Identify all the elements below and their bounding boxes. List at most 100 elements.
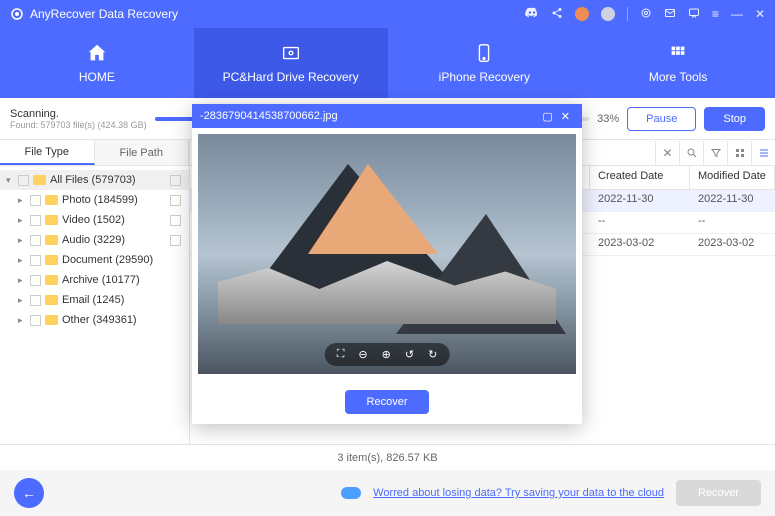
tab-file-type[interactable]: File Type xyxy=(0,140,95,165)
modal-maximize-icon[interactable]: ▢ xyxy=(538,110,556,123)
tree-item[interactable]: ▸ Document (29590) xyxy=(0,250,189,270)
grid-view-icon[interactable] xyxy=(727,141,751,165)
titlebar-icons: ≡ — ✕ xyxy=(525,6,765,23)
cloud-backup-link[interactable]: Worred about losing data? Try saving you… xyxy=(373,487,664,499)
sidebar: File Type File Path ▾ All Files (579703) ▸… xyxy=(0,140,190,444)
minimize-icon[interactable]: — xyxy=(731,7,743,21)
preview-image: ⛶ ⊖ ⊕ ↺ ↻ xyxy=(198,134,576,374)
cell-modified: -- xyxy=(690,212,775,233)
checkbox[interactable] xyxy=(30,295,41,306)
nav-bar: HOME PC&Hard Drive Recovery iPhone Recov… xyxy=(0,28,775,98)
progress-percent: 33% xyxy=(597,113,619,125)
tree-item[interactable]: ▸ Photo (184599) xyxy=(0,190,189,210)
checkbox[interactable] xyxy=(30,315,41,326)
tab-file-path[interactable]: File Path xyxy=(95,140,190,165)
tree-item[interactable]: ▸Other (349361) xyxy=(0,310,189,330)
chevron-icon[interactable]: ▸ xyxy=(18,295,26,306)
status-bar: 3 item(s), 826.57 KB xyxy=(0,444,775,470)
feedback-icon[interactable] xyxy=(688,7,700,22)
checkbox[interactable] xyxy=(30,195,41,206)
back-button[interactable]: ← xyxy=(14,478,44,508)
row-checkbox[interactable] xyxy=(170,215,181,226)
pause-button[interactable]: Pause xyxy=(627,107,696,131)
nav-pc-recovery[interactable]: PC&Hard Drive Recovery xyxy=(194,28,388,98)
modal-filename: -2836790414538700662.jpg xyxy=(200,110,538,122)
search-icon[interactable] xyxy=(679,141,703,165)
tree-item-label: Document (29590) xyxy=(62,254,183,266)
chevron-icon[interactable]: ▾ xyxy=(6,175,14,186)
fullscreen-icon[interactable]: ⛶ xyxy=(337,348,345,361)
menu-icon[interactable]: ≡ xyxy=(712,7,719,21)
row-checkbox[interactable] xyxy=(170,175,181,186)
folder-icon xyxy=(45,195,58,205)
folder-icon xyxy=(45,275,58,285)
mail-icon[interactable] xyxy=(664,7,676,22)
grid-icon xyxy=(667,42,689,64)
checkbox[interactable] xyxy=(18,175,29,186)
tree-item[interactable]: ▸Email (1245) xyxy=(0,290,189,310)
checkbox[interactable] xyxy=(30,235,41,246)
status-summary: 3 item(s), 826.57 KB xyxy=(337,452,437,464)
filter-icon[interactable] xyxy=(703,141,727,165)
row-checkbox[interactable] xyxy=(170,235,181,246)
rotate-right-icon[interactable]: ↻ xyxy=(428,348,437,361)
user-avatar-icon[interactable] xyxy=(601,7,615,21)
home-icon xyxy=(86,42,108,64)
close-icon[interactable]: ✕ xyxy=(755,7,765,21)
cell-created: 2023-03-02 xyxy=(590,234,690,255)
chevron-icon[interactable]: ▸ xyxy=(18,215,26,226)
nav-iphone-recovery[interactable]: iPhone Recovery xyxy=(388,28,582,98)
modal-footer: Recover xyxy=(192,380,582,424)
checkbox[interactable] xyxy=(30,215,41,226)
row-checkbox[interactable] xyxy=(170,195,181,206)
notification-icon[interactable] xyxy=(575,7,589,21)
tree-item[interactable]: ▸Archive (10177) xyxy=(0,270,189,290)
modal-recover-button[interactable]: Recover xyxy=(345,390,430,414)
preview-modal: -2836790414538700662.jpg ▢ ✕ ⛶ ⊖ ⊕ ↺ ↻ R… xyxy=(192,104,582,424)
preview-image-area: ⛶ ⊖ ⊕ ↺ ↻ xyxy=(192,128,582,380)
tree-item-label: All Files (579703) xyxy=(50,174,166,186)
app-title: AnyRecover Data Recovery xyxy=(30,7,525,21)
tree-item-label: Photo (184599) xyxy=(62,194,166,206)
tree-item-label: Audio (3229) xyxy=(62,234,166,246)
chevron-icon[interactable]: ▸ xyxy=(18,195,26,206)
titlebar: AnyRecover Data Recovery ≡ — ✕ xyxy=(0,0,775,28)
zoom-out-icon[interactable]: ⊖ xyxy=(358,348,367,361)
modal-titlebar: -2836790414538700662.jpg ▢ ✕ xyxy=(192,104,582,128)
chevron-icon[interactable]: ▸ xyxy=(18,235,26,246)
chevron-icon[interactable]: ▸ xyxy=(18,315,26,326)
stop-button[interactable]: Stop xyxy=(704,107,765,131)
tree-item[interactable]: ▸ Audio (3229) xyxy=(0,230,189,250)
list-view-icon[interactable] xyxy=(751,141,775,165)
chevron-icon[interactable]: ▸ xyxy=(18,275,26,286)
cell-modified: 2022-11-30 xyxy=(690,190,775,211)
folder-icon xyxy=(45,315,58,325)
chevron-icon[interactable]: ▸ xyxy=(18,255,26,266)
clear-icon[interactable]: ✕ xyxy=(655,141,679,165)
zoom-in-icon[interactable]: ⊕ xyxy=(382,348,391,361)
cloud-icon xyxy=(341,487,361,499)
modal-close-icon[interactable]: ✕ xyxy=(557,110,574,123)
scan-found-text: Found: 579703 file(s) (424.38 GB) xyxy=(10,120,147,130)
tree-item[interactable]: ▾ All Files (579703) xyxy=(0,170,189,190)
nav-iphone-label: iPhone Recovery xyxy=(439,70,530,84)
discord-icon[interactable] xyxy=(525,6,539,23)
nav-pc-label: PC&Hard Drive Recovery xyxy=(223,70,359,84)
nav-more-tools[interactable]: More Tools xyxy=(581,28,775,98)
nav-home-label: HOME xyxy=(79,70,115,84)
share-icon[interactable] xyxy=(551,7,563,22)
folder-icon xyxy=(45,215,58,225)
tree-item[interactable]: ▸Video (1502) xyxy=(0,210,189,230)
separator xyxy=(627,7,628,21)
settings-icon[interactable] xyxy=(640,7,652,22)
col-created[interactable]: Created Date xyxy=(590,166,690,189)
rotate-left-icon[interactable]: ↺ xyxy=(405,348,414,361)
checkbox[interactable] xyxy=(30,275,41,286)
checkbox[interactable] xyxy=(30,255,41,266)
footer: ← Worred about losing data? Try saving y… xyxy=(0,470,775,516)
recover-button[interactable]: Recover xyxy=(676,480,761,506)
file-tree: ▾ All Files (579703) ▸ Photo (184599) ▸Video… xyxy=(0,166,189,334)
app-logo-icon xyxy=(10,7,24,21)
col-modified[interactable]: Modified Date xyxy=(690,166,775,189)
nav-home[interactable]: HOME xyxy=(0,28,194,98)
